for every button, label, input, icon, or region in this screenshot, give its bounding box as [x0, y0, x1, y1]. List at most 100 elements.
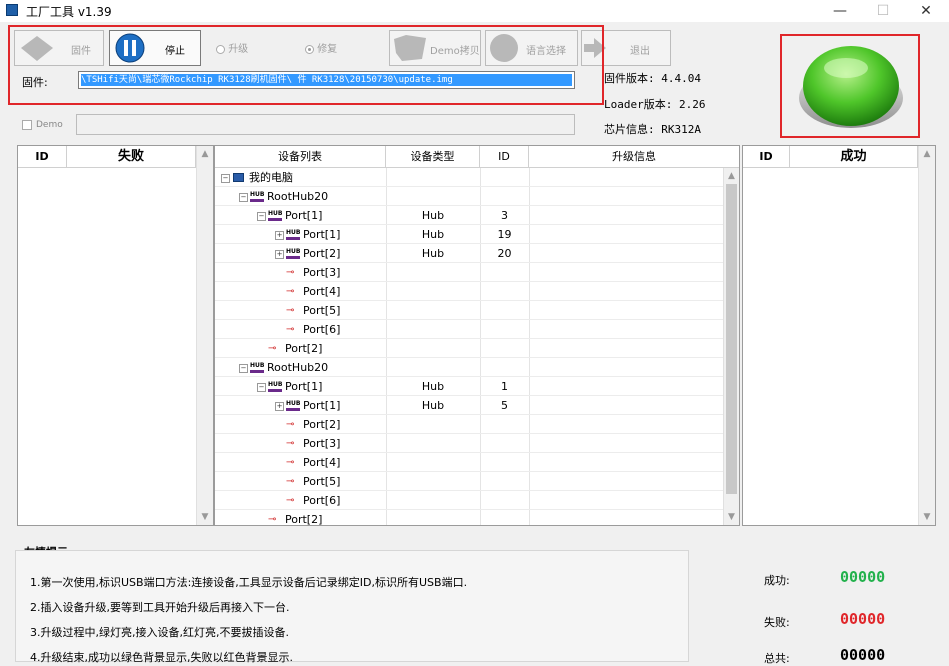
device-type-cell	[386, 511, 480, 525]
device-tree-panel[interactable]: 设备列表 设备类型 ID 升级信息 − 我的电脑 − HUB RootHub20− HUB…	[214, 145, 740, 526]
success-col-id[interactable]: ID	[743, 146, 790, 168]
device-type-cell	[386, 492, 480, 509]
success-list-scrollbar[interactable]: ▲ ▼	[918, 146, 935, 525]
table-row[interactable]: ⊸ Port[5]	[215, 472, 723, 491]
tree-node[interactable]: ⊸ Port[5]	[275, 302, 340, 319]
col-device-list[interactable]: 设备列表	[215, 146, 386, 168]
col-upgrade-info[interactable]: 升级信息	[529, 146, 739, 168]
device-type-cell	[386, 454, 480, 471]
collapse-icon[interactable]: −	[257, 382, 266, 392]
success-col-status[interactable]: 成功	[790, 146, 918, 168]
table-row[interactable]: − HUB RootHub20	[215, 187, 723, 206]
usb-port-icon: ⊸	[286, 305, 295, 316]
table-row[interactable]: ⊸ Port[6]	[215, 320, 723, 339]
success-list-panel[interactable]: ID 成功 ▲ ▼	[742, 145, 936, 526]
table-row[interactable]: + HUB Port[1] Hub 19	[215, 225, 723, 244]
tree-node-label: Port[6]	[303, 323, 341, 336]
tree-node-label: 我的电脑	[249, 171, 293, 184]
device-type-cell: Hub	[421, 380, 445, 393]
scroll-down-icon[interactable]: ▼	[724, 509, 739, 525]
table-row[interactable]: + HUB Port[2] Hub 20	[215, 244, 723, 263]
tree-node[interactable]: ⊸ Port[2]	[257, 340, 322, 357]
tree-node[interactable]: − HUB Port[1]	[257, 378, 322, 395]
fail-col-status[interactable]: 失败	[67, 146, 196, 168]
table-row[interactable]: − HUB Port[1] Hub 3	[215, 206, 723, 225]
tree-node[interactable]: ⊸ Port[2]	[275, 416, 340, 433]
expand-icon[interactable]: +	[275, 401, 284, 411]
collapse-icon[interactable]: −	[239, 363, 248, 373]
table-row[interactable]: + HUB Port[1] Hub 5	[215, 396, 723, 415]
tree-node[interactable]: ⊸ Port[3]	[275, 264, 340, 281]
scroll-up-icon[interactable]: ▲	[724, 168, 739, 184]
tree-node[interactable]: ⊸ Port[3]	[275, 435, 340, 452]
table-row[interactable]: ⊸ Port[3]	[215, 263, 723, 282]
close-button[interactable]: ✕	[912, 2, 940, 20]
tree-node[interactable]: − HUB RootHub20	[239, 359, 328, 376]
device-type-cell: Hub	[421, 247, 445, 260]
minimize-button[interactable]: —	[826, 2, 854, 20]
scroll-down-icon[interactable]: ▼	[197, 509, 213, 525]
tree-node-label: Port[6]	[303, 494, 341, 507]
chip-info: 芯片信息: RK312A	[604, 123, 701, 136]
table-row[interactable]: ⊸ Port[2]	[215, 339, 723, 358]
device-tree-scrollbar[interactable]: ▲ ▼	[723, 168, 739, 525]
tree-node[interactable]: ⊸ Port[6]	[275, 492, 340, 509]
collapse-icon[interactable]: −	[257, 211, 266, 221]
device-id-cell: 19	[497, 228, 512, 241]
table-row[interactable]: ⊸ Port[4]	[215, 453, 723, 472]
device-type-cell: Hub	[421, 228, 445, 241]
collapse-icon[interactable]: −	[221, 173, 230, 183]
scroll-thumb[interactable]	[726, 184, 737, 494]
demo-checkbox[interactable]	[22, 120, 32, 130]
table-row[interactable]: ⊸ Port[6]	[215, 491, 723, 510]
table-row[interactable]: − 我的电脑	[215, 168, 723, 187]
device-id-cell	[480, 511, 529, 525]
maximize-button[interactable]: ☐	[869, 2, 897, 20]
success-count: 00000	[840, 568, 886, 586]
tree-node[interactable]: + HUB Port[2]	[275, 245, 340, 262]
tree-node[interactable]: + HUB Port[1]	[275, 397, 340, 414]
usb-hub-icon: HUB	[250, 192, 264, 202]
tree-node[interactable]: − HUB RootHub20	[239, 188, 328, 205]
tree-node-label: RootHub20	[267, 361, 329, 374]
fail-col-id[interactable]: ID	[18, 146, 67, 168]
usb-port-icon: ⊸	[286, 476, 295, 487]
tree-node[interactable]: ⊸ Port[5]	[275, 473, 340, 490]
demo-path-input[interactable]	[76, 114, 575, 135]
usb-port-icon: ⊸	[286, 324, 295, 335]
fail-list-scrollbar[interactable]: ▲ ▼	[196, 146, 213, 525]
table-row[interactable]: ⊸ Port[5]	[215, 301, 723, 320]
tree-node[interactable]: ⊸ Port[2]	[257, 511, 322, 525]
tree-node[interactable]: − 我的电脑	[221, 169, 293, 186]
scroll-down-icon[interactable]: ▼	[919, 509, 935, 525]
tree-node[interactable]: − HUB Port[1]	[257, 207, 322, 224]
table-row[interactable]: − HUB RootHub20	[215, 358, 723, 377]
table-row[interactable]: ⊸ Port[2]	[215, 510, 723, 525]
scroll-up-icon[interactable]: ▲	[919, 146, 935, 162]
tree-node[interactable]: ⊸ Port[4]	[275, 454, 340, 471]
tree-node-label: Port[5]	[303, 304, 341, 317]
success-list-header: ID 成功	[743, 146, 918, 168]
tree-node-label: Port[2]	[303, 418, 341, 431]
expand-icon[interactable]: +	[275, 249, 284, 259]
device-type-cell	[386, 302, 480, 319]
tree-node[interactable]: ⊸ Port[4]	[275, 283, 340, 300]
fail-list-panel[interactable]: ID 失败 ▲ ▼	[17, 145, 214, 526]
table-row[interactable]: ⊸ Port[2]	[215, 415, 723, 434]
tree-node[interactable]: + HUB Port[1]	[275, 226, 340, 243]
table-row[interactable]: ⊸ Port[3]	[215, 434, 723, 453]
green-light-icon	[799, 46, 903, 128]
expand-icon[interactable]: +	[275, 230, 284, 240]
fail-list-header: ID 失败	[18, 146, 196, 168]
col-id[interactable]: ID	[480, 146, 529, 168]
table-row[interactable]: − HUB Port[1] Hub 1	[215, 377, 723, 396]
scroll-up-icon[interactable]: ▲	[197, 146, 213, 162]
usb-hub-icon: HUB	[286, 249, 300, 259]
tree-node-label: Port[2]	[303, 247, 341, 260]
collapse-icon[interactable]: −	[239, 192, 248, 202]
app-icon	[6, 4, 18, 16]
col-device-type[interactable]: 设备类型	[386, 146, 480, 168]
usb-hub-icon: HUB	[250, 363, 264, 373]
table-row[interactable]: ⊸ Port[4]	[215, 282, 723, 301]
tree-node[interactable]: ⊸ Port[6]	[275, 321, 340, 338]
